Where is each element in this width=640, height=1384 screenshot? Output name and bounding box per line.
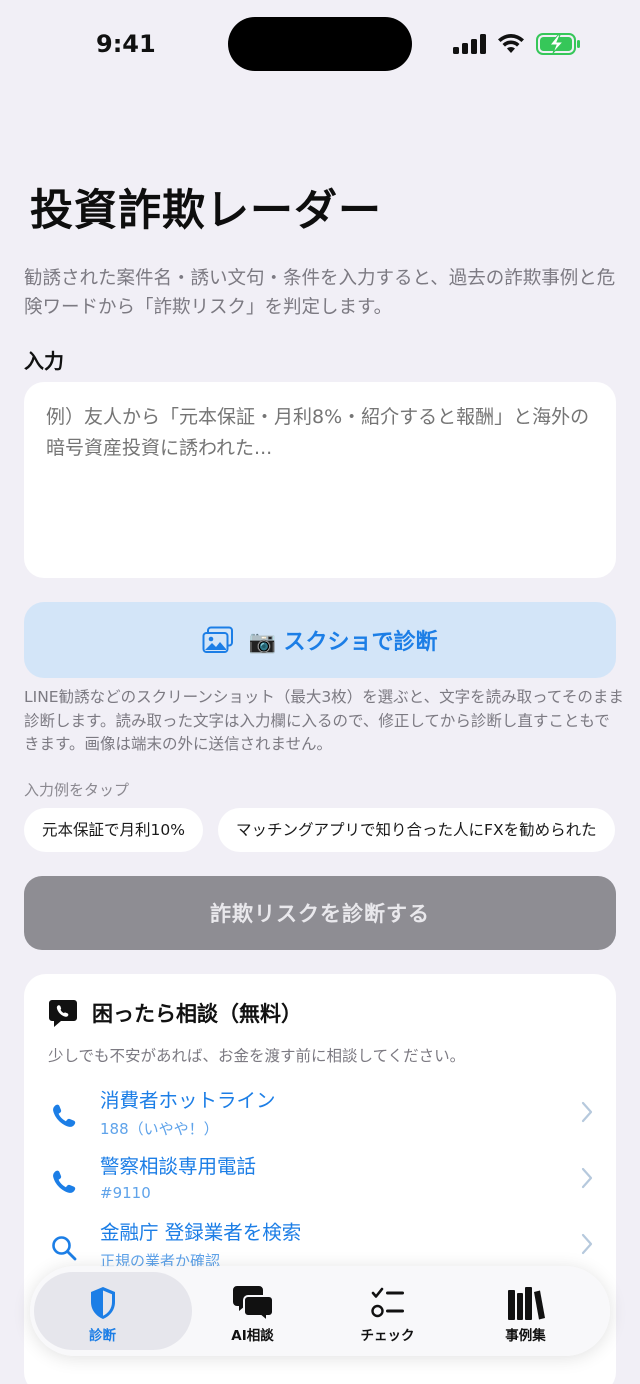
screenshot-diagnose-label: 📷 スクショで診断 <box>248 630 438 655</box>
chevron-right-icon <box>581 1167 593 1189</box>
speech-bubble-icon <box>49 1000 77 1027</box>
consult-card-subtitle: 少しでも不安があれば、お金を渡す前に相談してください。 <box>48 1047 466 1065</box>
consult-item-title: 金融庁 登録業者を検索 <box>100 1221 302 1244</box>
consult-item-police-hotline[interactable]: 警察相談専用電話 #9110 <box>24 1150 616 1210</box>
consult-item-consumer-hotline[interactable]: 消費者ホットライン 188（いやや！） <box>24 1084 616 1144</box>
consult-item-title: 消費者ホットライン <box>100 1089 276 1112</box>
dynamic-island <box>228 17 412 71</box>
tab-label: チェック <box>360 1328 415 1344</box>
tab-diagnose[interactable]: 診断 <box>30 1266 192 1356</box>
tab-label: 診断 <box>89 1328 116 1344</box>
example-chip[interactable]: 元本保証で月利10% <box>24 808 203 852</box>
tab-label: 事例集 <box>505 1328 546 1344</box>
example-chips: 元本保証で月利10% マッチングアプリで知り合った人にFXを勧められた <box>24 808 616 852</box>
consult-item-title: 警察相談専用電話 <box>100 1155 257 1178</box>
wifi-icon <box>498 34 524 53</box>
search-icon <box>52 1236 77 1261</box>
scam-description-input[interactable] <box>24 382 616 578</box>
photo-icon <box>202 626 234 653</box>
battery-charging-icon <box>536 33 580 55</box>
consult-item-subtitle: #9110 <box>100 1184 151 1202</box>
tab-checklist[interactable]: チェック <box>315 1266 460 1356</box>
phone-icon <box>53 1170 76 1193</box>
tab-label: AI相談 <box>231 1328 274 1344</box>
status-time: 9:41 <box>96 30 156 58</box>
page-title: 投資詐欺レーダー <box>30 186 382 236</box>
chevron-right-icon <box>581 1233 593 1255</box>
checklist-icon <box>370 1287 404 1318</box>
consult-item-subtitle: 188（いやや！） <box>100 1120 219 1138</box>
consult-card-header: 困ったら相談（無料） <box>48 998 302 1028</box>
shield-icon <box>90 1287 115 1319</box>
cellular-signal-icon <box>453 34 486 54</box>
examples-label: 入力例をタップ <box>24 781 130 799</box>
chat-bubbles-icon <box>232 1286 274 1322</box>
diagnose-risk-button[interactable]: 詐欺リスクを診断する <box>24 876 616 950</box>
books-icon <box>507 1287 545 1320</box>
phone-icon <box>53 1104 76 1127</box>
tab-bar: 診断 AI相談 チェック 事例集 <box>30 1266 610 1356</box>
page-description: 勧誘された案件名・誘い文句・条件を入力すると、過去の詐欺事例と危険ワードから「詐… <box>24 268 616 318</box>
screenshot-note: LINE勧誘などのスクリーンショット（最大3枚）を選ぶと、文字を読み取ってそのま… <box>24 688 624 753</box>
consult-card-title: 困ったら相談（無料） <box>92 1002 302 1026</box>
tab-case-studies[interactable]: 事例集 <box>453 1266 598 1356</box>
input-section-label: 入力 <box>24 349 64 373</box>
screenshot-diagnose-button[interactable]: 📷 スクショで診断 <box>24 602 616 678</box>
example-chip[interactable]: マッチングアプリで知り合った人にFXを勧められた <box>218 808 615 852</box>
status-bar: 9:41 <box>0 0 640 90</box>
chevron-right-icon <box>581 1101 593 1123</box>
tab-ai-consult[interactable]: AI相談 <box>180 1266 325 1356</box>
